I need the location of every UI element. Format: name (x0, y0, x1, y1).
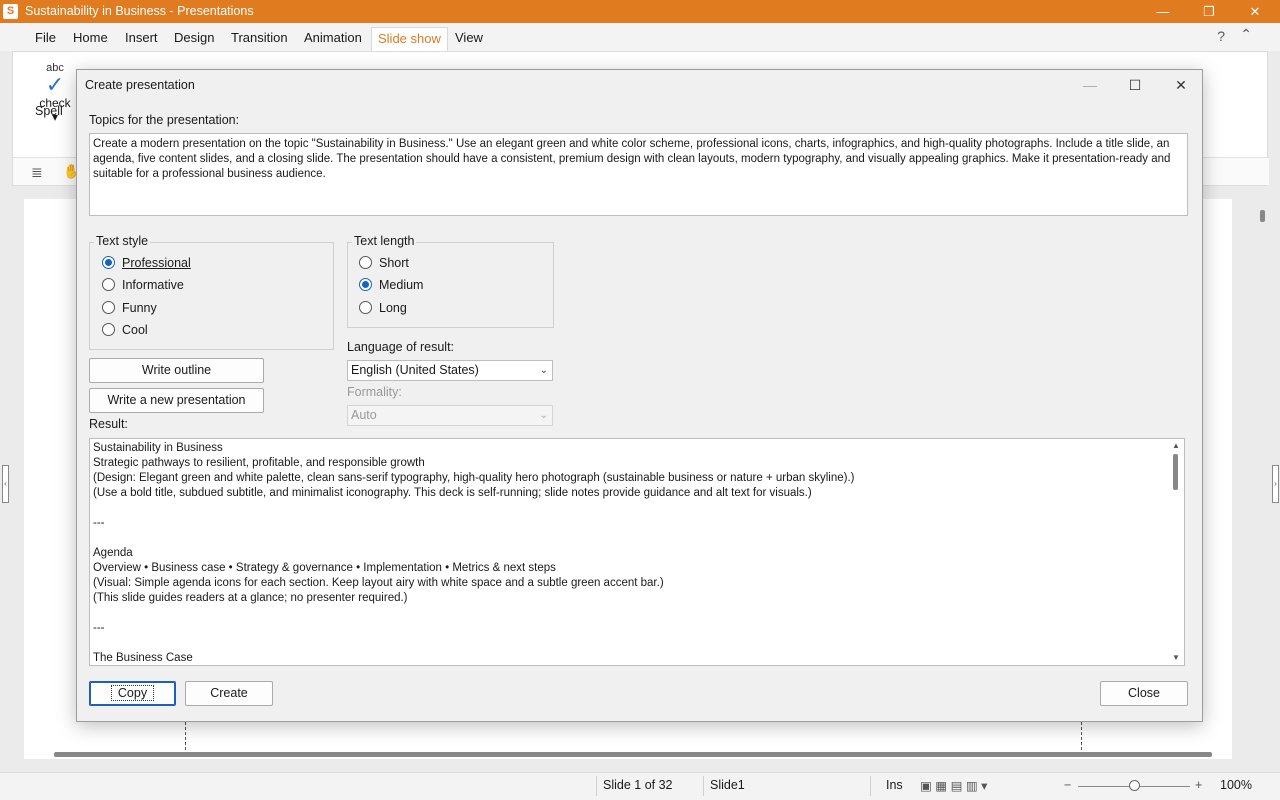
help-icon[interactable]: ? (1217, 28, 1225, 44)
write-outline-button[interactable]: Write outline (89, 358, 264, 383)
language-select[interactable]: English (United States) ⌄ (347, 360, 553, 381)
minimize-icon: — (1083, 77, 1097, 93)
divider (703, 776, 704, 796)
radio-dot-icon (359, 301, 372, 314)
radio-informative[interactable]: Informative (102, 277, 184, 293)
collapse-ribbon-icon[interactable]: ⌃ (1240, 26, 1252, 43)
menu-animation[interactable]: Animation (298, 27, 368, 51)
spell-check-label-1: Spell (35, 104, 63, 118)
radio-dot-icon (102, 323, 115, 336)
slide-counter: Slide 1 of 32 (603, 778, 673, 792)
chevron-down-icon: ⌄ (539, 410, 548, 421)
vertical-scrollbar[interactable] (1257, 198, 1270, 758)
menu-slide-show[interactable]: Slide show (371, 27, 448, 51)
language-label: Language of result: (347, 340, 455, 354)
scroll-thumb[interactable] (1260, 210, 1265, 222)
radio-dot-icon (102, 278, 115, 291)
dialog-title: Create presentation (85, 78, 195, 92)
radio-label: Cool (122, 323, 148, 337)
radio-professional[interactable]: Professional (102, 255, 191, 271)
create-presentation-dialog: Create presentation — ☐ ✕ Topics for the… (76, 69, 1203, 722)
menu-insert[interactable]: Insert (119, 27, 164, 51)
formality-value: Auto (351, 408, 377, 422)
scroll-thumb[interactable] (54, 752, 1212, 757)
formality-select: Auto ⌄ (347, 405, 553, 426)
menu-bar: File Home Insert Design Transition Anima… (0, 23, 1280, 51)
divider (870, 776, 871, 796)
radio-dot-selected-icon (102, 256, 115, 269)
menu-file[interactable]: File (29, 27, 62, 51)
radio-label: Informative (122, 278, 184, 292)
scroll-down-icon[interactable]: ▼ (1172, 653, 1180, 662)
radio-medium[interactable]: Medium (359, 277, 423, 293)
close-window-icon[interactable]: ✕ (1232, 0, 1278, 23)
page-guide-right (1081, 722, 1082, 750)
right-panel-handle-icon[interactable]: › (1272, 465, 1279, 503)
lines-icon[interactable]: ≣ (31, 164, 43, 181)
menu-design[interactable]: Design (168, 27, 220, 51)
radio-label: Medium (379, 278, 424, 292)
result-textarea[interactable]: Sustainability in Business Strategic pat… (89, 438, 1185, 666)
result-label: Result: (89, 417, 128, 431)
scroll-thumb[interactable] (1173, 454, 1178, 490)
page-guide-left (185, 722, 186, 750)
view-mode-icons[interactable]: ▣ ▦ ▤ ▥ ▾ (920, 778, 987, 793)
text-style-title: Text style (94, 234, 151, 248)
menu-view[interactable]: View (449, 27, 489, 51)
radio-label: Funny (122, 301, 157, 315)
radio-dot-selected-icon (359, 278, 372, 291)
horizontal-scrollbar[interactable] (12, 748, 1252, 760)
status-bar: Slide 1 of 32 Slide1 Ins ▣ ▦ ▤ ▥ ▾ − + 1… (0, 772, 1280, 800)
menu-home[interactable]: Home (67, 27, 114, 51)
result-scrollbar[interactable]: ▲ ▼ (1168, 439, 1184, 665)
radio-short[interactable]: Short (359, 255, 409, 271)
spell-check-button[interactable]: abc ✓ Spell check ▾ (35, 62, 75, 124)
close-dialog-icon[interactable]: ✕ (1163, 74, 1199, 96)
maximize-icon[interactable]: ☐ (1117, 74, 1153, 96)
radio-dot-icon (102, 301, 115, 314)
radio-long[interactable]: Long (359, 300, 407, 316)
scroll-up-icon[interactable]: ▲ (1172, 441, 1180, 450)
zoom-out-icon[interactable]: − (1064, 778, 1071, 792)
write-new-presentation-button[interactable]: Write a new presentation (89, 388, 264, 413)
topics-input[interactable]: Create a modern presentation on the topi… (89, 133, 1188, 216)
window-title: Sustainability in Business - Presentatio… (25, 4, 254, 18)
copy-button[interactable]: Copy (89, 681, 176, 706)
checkmark-icon: ✓ (45, 72, 65, 97)
radio-label: Professional (122, 256, 191, 270)
menu-transition[interactable]: Transition (225, 27, 294, 51)
topics-label: Topics for the presentation: (89, 113, 240, 127)
create-button[interactable]: Create (185, 681, 273, 706)
result-text[interactable]: Sustainability in Business Strategic pat… (93, 441, 1163, 665)
slide-name: Slide1 (710, 778, 745, 792)
zoom-in-icon[interactable]: + (1195, 778, 1202, 792)
title-bar: S Sustainability in Business - Presentat… (0, 0, 1280, 23)
formality-label: Formality: (347, 385, 402, 399)
insert-mode[interactable]: Ins (886, 778, 903, 792)
left-panel-handle-icon[interactable]: ‹ (2, 465, 9, 503)
zoom-level[interactable]: 100% (1220, 778, 1252, 792)
copy-button-label: Copy (110, 685, 155, 701)
language-value: English (United States) (351, 363, 479, 377)
minimize-icon[interactable]: — (1140, 0, 1186, 23)
radio-funny[interactable]: Funny (102, 300, 157, 316)
zoom-slider-knob[interactable] (1129, 780, 1140, 791)
radio-cool[interactable]: Cool (102, 322, 148, 338)
divider (596, 776, 597, 796)
chevron-down-icon: ⌄ (539, 365, 548, 376)
restore-icon[interactable]: ❐ (1186, 0, 1232, 23)
radio-label: Long (379, 301, 407, 315)
app-logo-icon: S (3, 4, 18, 19)
radio-label: Short (379, 256, 409, 270)
close-button[interactable]: Close (1100, 681, 1188, 706)
text-length-title: Text length (352, 234, 417, 248)
radio-dot-icon (359, 256, 372, 269)
